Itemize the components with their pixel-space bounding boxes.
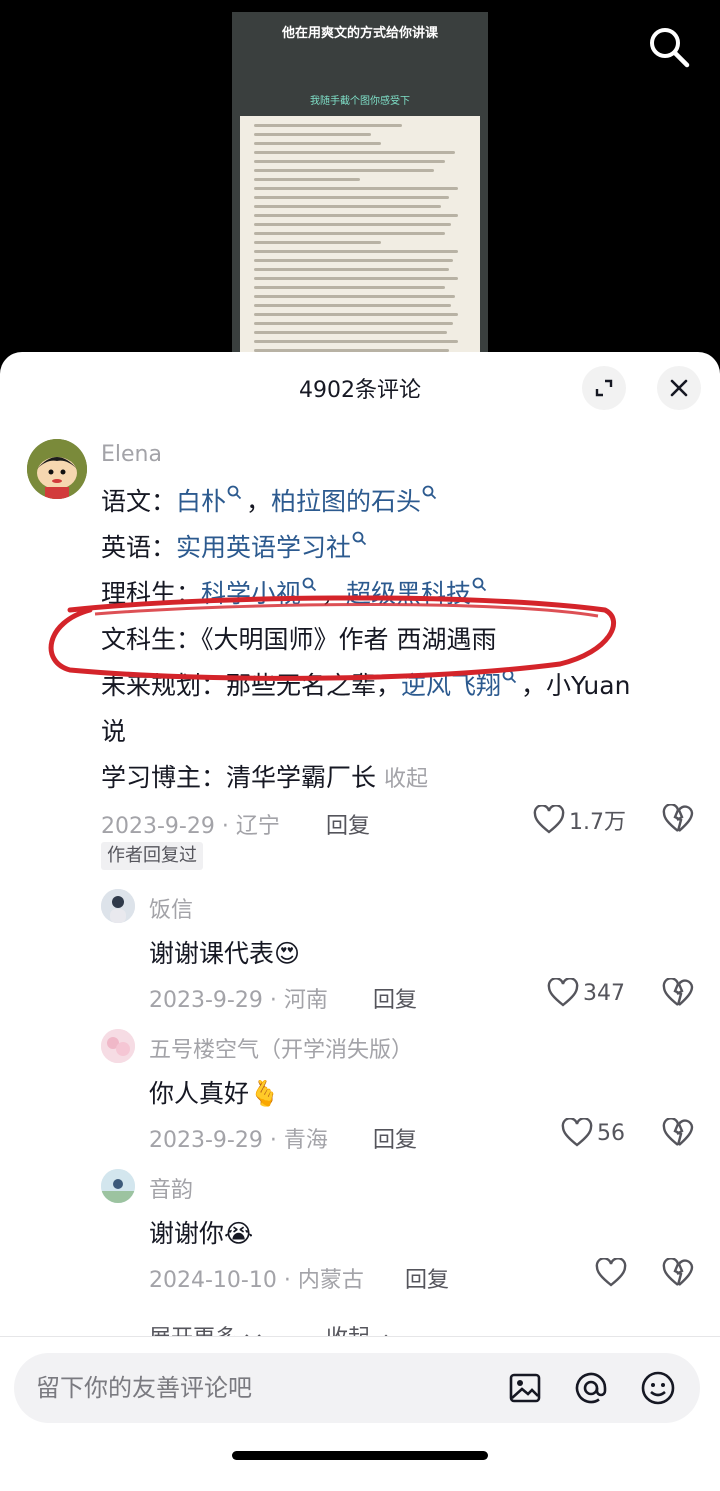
reply-username[interactable]: 饭信 [149, 892, 193, 924]
dislike-button[interactable] [662, 977, 694, 1012]
like-button[interactable]: 347 [547, 978, 625, 1008]
search-icon [650, 28, 690, 68]
search-small-icon[interactable] [422, 485, 437, 500]
comment-line: 说 [101, 717, 127, 746]
comment-date-location: 2023-9-29 · 辽宁 [101, 814, 280, 839]
heart-icon [595, 1258, 627, 1287]
mention-link[interactable]: 柏拉图的石头 [271, 487, 421, 516]
search-small-icon[interactable] [352, 531, 367, 546]
emoji-button[interactable] [638, 1368, 678, 1408]
broken-heart-icon [662, 977, 694, 1006]
avatar[interactable] [101, 1169, 135, 1203]
like-button[interactable]: 56 [561, 1118, 625, 1148]
reply-username[interactable]: 五号楼空气（开学消失版） [149, 1032, 413, 1064]
home-indicator [232, 1451, 488, 1460]
dislike-button[interactable] [662, 803, 694, 838]
comment-input-bar [0, 1336, 720, 1491]
like-count: 56 [597, 1120, 625, 1146]
mention-link[interactable]: 超级黑科技 [346, 579, 471, 608]
line-label: 理科生： [101, 579, 202, 608]
line-label: 英语： [101, 533, 177, 562]
mention-button[interactable] [571, 1368, 611, 1408]
broken-heart-icon [662, 1117, 694, 1146]
video-caption: 我随手截个图你感受下 [310, 96, 410, 107]
video-area[interactable]: 他在用爽文的方式给你讲课 我随手截个图你感受下 [0, 0, 720, 360]
heart-icon [561, 1118, 593, 1147]
dislike-button[interactable] [662, 1257, 694, 1292]
reply-date-location: 2023-9-29 · 青海 [149, 1128, 328, 1153]
close-icon [670, 379, 688, 397]
like-button[interactable]: 1.7万 [533, 804, 626, 836]
search-small-icon[interactable] [502, 669, 517, 684]
comment-line: 理科生：科学小视 ，超级黑科技 [101, 574, 491, 610]
comment-line: 学习博主：清华学霸厂长 收起 [101, 758, 428, 794]
reply-username[interactable]: 音韵 [149, 1172, 193, 1204]
search-small-icon[interactable] [472, 577, 487, 592]
mention-link[interactable]: 白朴 [176, 487, 226, 516]
reply-date-location: 2024-10-10 · 内蒙古 [149, 1268, 364, 1293]
cartoon-avatar-icon [27, 439, 87, 499]
user-avatar-icon [101, 1029, 135, 1063]
heart-eyes-emoji: 😍 [274, 939, 301, 968]
like-count: 1.7万 [569, 810, 626, 835]
avatar[interactable] [27, 439, 87, 499]
user-avatar-icon [101, 1169, 135, 1203]
broken-heart-icon [662, 1257, 694, 1286]
dislike-button[interactable] [662, 1117, 694, 1152]
reply-date-location: 2023-9-29 · 河南 [149, 988, 328, 1013]
search-small-icon[interactable] [227, 485, 242, 500]
reply-text-content: 谢谢你 [149, 1219, 225, 1248]
at-icon [575, 1372, 607, 1404]
image-button[interactable] [505, 1368, 545, 1408]
comment-line: 语文：白朴 ，柏拉图的石头 [101, 482, 441, 518]
broken-heart-icon [662, 803, 694, 832]
heart-icon [533, 805, 565, 834]
line-text: 学习博主：清华学霸厂长 [101, 763, 377, 792]
comment-line: 英语：实用英语学习社 [101, 528, 371, 564]
collapse-text-button[interactable]: 收起 [384, 767, 428, 792]
crying-emoji: 😭 [224, 1219, 254, 1248]
mention-link[interactable]: 逆风飞翔 [401, 671, 501, 700]
comment-line: 未来规划：那些无名之辈，逆风飞翔 ，小Yuan [101, 666, 630, 702]
like-count: 347 [583, 980, 625, 1006]
mention-link[interactable]: 实用英语学习社 [176, 533, 351, 562]
like-button[interactable] [595, 1258, 631, 1288]
reply-button[interactable]: 回复 [405, 1262, 449, 1294]
video-title: 他在用爽文的方式给你讲课 [281, 26, 438, 41]
author-replied-badge: 作者回复过 [101, 842, 203, 870]
search-small-icon[interactable] [302, 577, 317, 592]
avatar[interactable] [101, 889, 135, 923]
reply-button[interactable]: 回复 [326, 808, 370, 840]
comment-sheet: 4902条评论 Elena 语文：白朴 ，柏拉图的石头 英语：实用英语学习社 理科… [0, 352, 720, 1491]
document-screenshot [240, 116, 480, 360]
line-label: 未来规划：那些无名之辈， [101, 671, 402, 700]
reply-text-content: 你人真好 [149, 1079, 250, 1108]
close-button[interactable] [657, 366, 701, 410]
mention-link[interactable]: 科学小视 [201, 579, 301, 608]
line-trailing-text: ，小Yuan [521, 671, 631, 700]
line-separator: ， [246, 487, 272, 516]
comment-username[interactable]: Elena [101, 442, 162, 467]
line-label: 语文： [101, 487, 177, 516]
smiley-icon [641, 1371, 675, 1405]
heart-icon [547, 978, 579, 1007]
reply-text-content: 谢谢课代表 [149, 939, 275, 968]
image-icon [509, 1373, 541, 1403]
search-button[interactable] [646, 24, 692, 70]
expand-button[interactable] [582, 366, 626, 410]
expand-icon [595, 379, 613, 397]
reply-button[interactable]: 回复 [373, 982, 417, 1014]
line-separator: ， [321, 579, 347, 608]
highlighted-comment-line: 文科生：《大明国师》作者 西湖遇雨 [101, 625, 497, 654]
finger-heart-emoji: 🫰 [249, 1079, 281, 1108]
reply-text: 谢谢课代表😍 [149, 934, 300, 970]
avatar[interactable] [101, 1029, 135, 1063]
reply-button[interactable]: 回复 [373, 1122, 417, 1154]
reply-text: 谢谢你😭 [149, 1214, 253, 1250]
user-avatar-icon [101, 889, 135, 923]
reply-text: 你人真好🫰 [149, 1074, 280, 1110]
video-frame[interactable]: 他在用爽文的方式给你讲课 我随手截个图你感受下 [232, 12, 488, 360]
